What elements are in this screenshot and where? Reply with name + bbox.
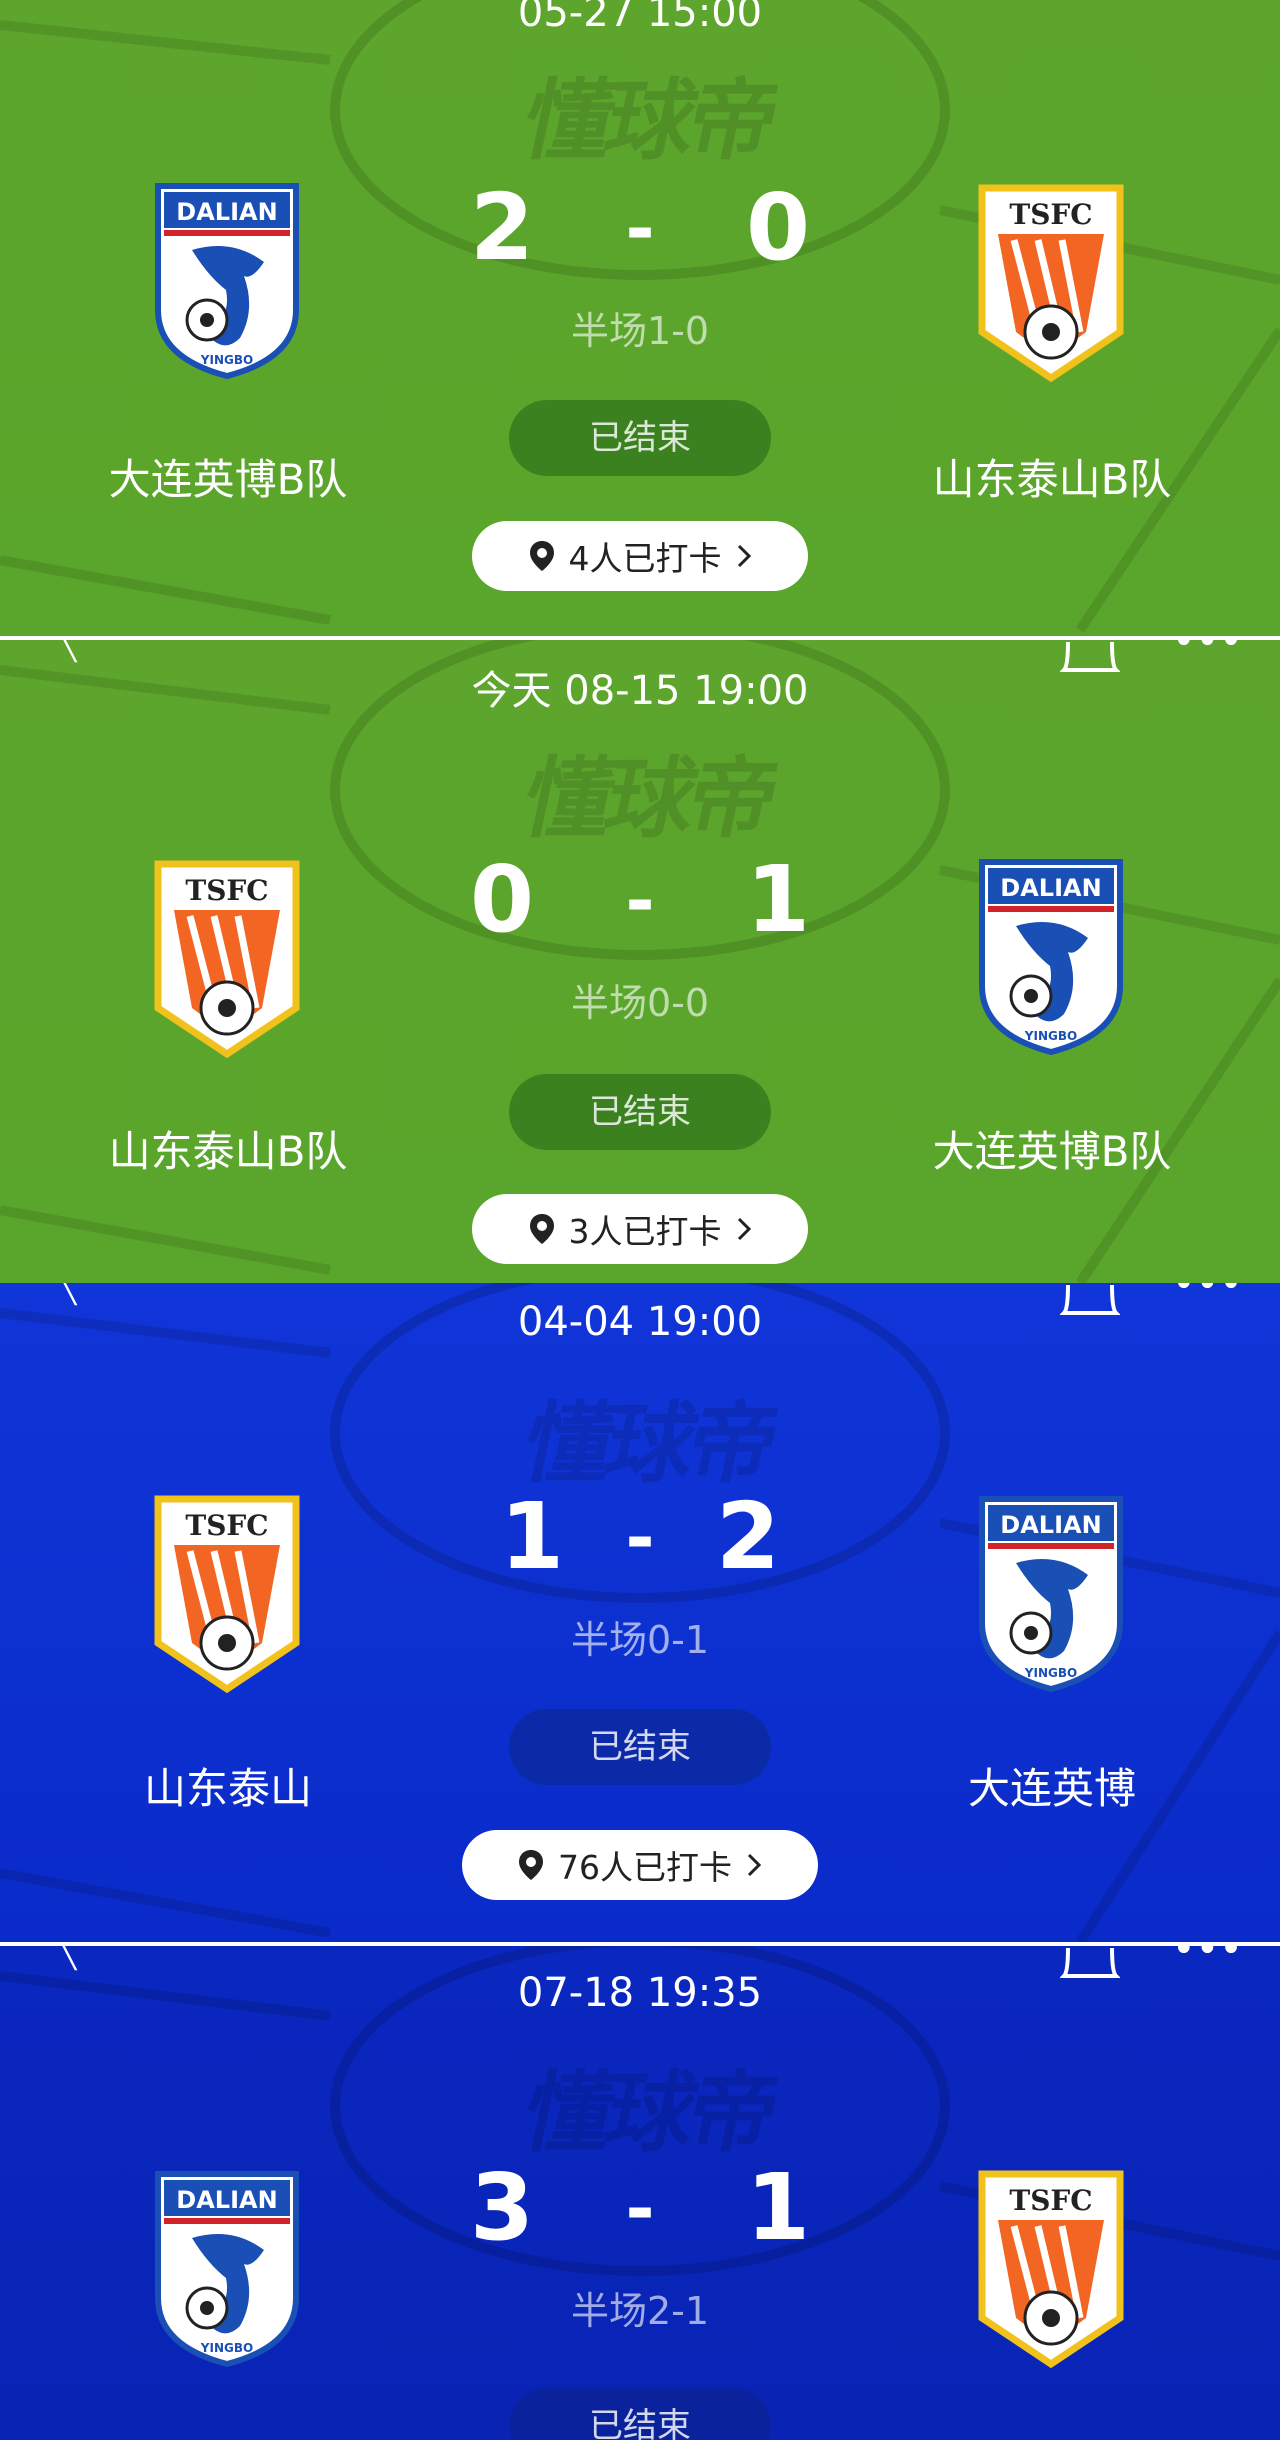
chevron-right-icon [747, 1853, 762, 1877]
checkin-button[interactable]: 3人已打卡 [472, 1194, 808, 1264]
home-score: 1 [500, 1483, 565, 1590]
match-card-3[interactable]: ╲ ••• 懂球帝 04-04 19:00 TSFC DALIAN YINGBO… [0, 1283, 1280, 1942]
status-badge: 已结束 [509, 2388, 771, 2440]
tsfc-badge: TSFC [154, 860, 300, 1058]
dalian-badge-sub: YINGBO [200, 353, 253, 367]
tsfc-badge-text: TSFC [185, 874, 268, 907]
checkin-button[interactable]: 76人已打卡 [462, 1830, 818, 1900]
tsfc-badge-text: TSFC [1009, 2184, 1092, 2217]
away-team-name[interactable]: 大连英博B队 [872, 1118, 1232, 1179]
home-team-name[interactable]: 山东泰山 [48, 1755, 408, 1816]
watermark: 懂球帝 [514, 747, 783, 850]
match-time: 05-27 15:00 [517, 0, 763, 36]
halftime-score: 半场0-1 [570, 1618, 710, 1662]
halftime-score: 半场0-0 [570, 981, 710, 1025]
match-card-2[interactable]: ╲ ••• 懂球帝 今天 08-15 19:00 TSFC DALIAN YIN… [0, 640, 1280, 1283]
score-dash: - [625, 1497, 655, 1579]
match-time: 04-04 19:00 [517, 1299, 763, 1345]
away-score: 1 [745, 846, 810, 953]
watermark: 懂球帝 [514, 1392, 783, 1495]
away-team-name[interactable]: 大连英博 [872, 1755, 1232, 1816]
tsfc-badge-text: TSFC [185, 1509, 268, 1542]
chevron-right-icon [737, 1217, 751, 1241]
dalian-badge-text: DALIAN [1000, 1511, 1101, 1539]
dalian-badge: DALIAN YINGBO [155, 2171, 299, 2368]
status-badge: 已结束 [509, 1709, 771, 1785]
back-arrow-icon[interactable]: ╲ [58, 1946, 76, 1971]
score-dash: - [625, 2168, 655, 2250]
match-time: 07-18 19:35 [517, 1970, 763, 2016]
score-dash: - [625, 188, 655, 270]
away-team-name[interactable]: 山东泰山B队 [872, 446, 1232, 507]
dalian-badge-text: DALIAN [176, 2186, 277, 2214]
dalian-badge-sub: YINGBO [1024, 1029, 1077, 1043]
match-card-4[interactable]: ╲ ••• 懂球帝 07-18 19:35 DALIAN YINGBO TSFC… [0, 1946, 1280, 2440]
scoreline: 2 - 0 [470, 174, 810, 284]
match-time: 今天 08-15 19:00 [471, 668, 809, 714]
dalian-badge-text: DALIAN [176, 198, 277, 226]
location-pin-icon [529, 541, 554, 571]
home-team-name[interactable]: 大连英博B队 [48, 446, 408, 507]
more-dots-icon[interactable]: ••• [1172, 1946, 1243, 1972]
halftime-score: 半场1-0 [570, 309, 710, 353]
location-pin-icon [529, 1214, 554, 1244]
tsfc-badge-text: TSFC [1009, 198, 1092, 231]
scoreline: 1 - 2 [500, 1483, 780, 1593]
away-score: 0 [745, 174, 810, 281]
checkin-count: 76人已打卡 [558, 1848, 732, 1887]
scoreline: 0 - 1 [470, 846, 810, 956]
watermark: 懂球帝 [514, 2061, 783, 2164]
checkin-button[interactable]: 4人已打卡 [472, 521, 808, 591]
away-score: 1 [745, 2154, 810, 2261]
tsfc-badge: TSFC [978, 2170, 1124, 2368]
location-pin-icon [519, 1850, 543, 1880]
scoreline: 3 - 1 [470, 2154, 810, 2264]
watermark: 懂球帝 [514, 69, 783, 172]
home-score: 0 [470, 846, 535, 953]
match-card-1[interactable]: 懂球帝 05-27 15:00 DALIAN YINGBO TSFC 2 - 0… [0, 0, 1280, 636]
checkin-count: 3人已打卡 [568, 1212, 722, 1251]
halftime-score: 半场2-1 [570, 2289, 710, 2333]
score-dash: - [625, 860, 655, 942]
chevron-right-icon [737, 544, 751, 568]
dalian-badge-text: DALIAN [1000, 874, 1101, 902]
status-badge: 已结束 [509, 400, 771, 476]
away-score: 2 [715, 1483, 780, 1590]
home-score: 2 [470, 174, 535, 281]
home-team-name[interactable]: 山东泰山B队 [48, 1118, 408, 1179]
status-badge: 已结束 [509, 1074, 771, 1150]
home-score: 3 [470, 2154, 535, 2261]
checkin-count: 4人已打卡 [568, 539, 722, 578]
dalian-badge-sub: YINGBO [1024, 1666, 1077, 1680]
dalian-badge-sub: YINGBO [200, 2341, 253, 2355]
